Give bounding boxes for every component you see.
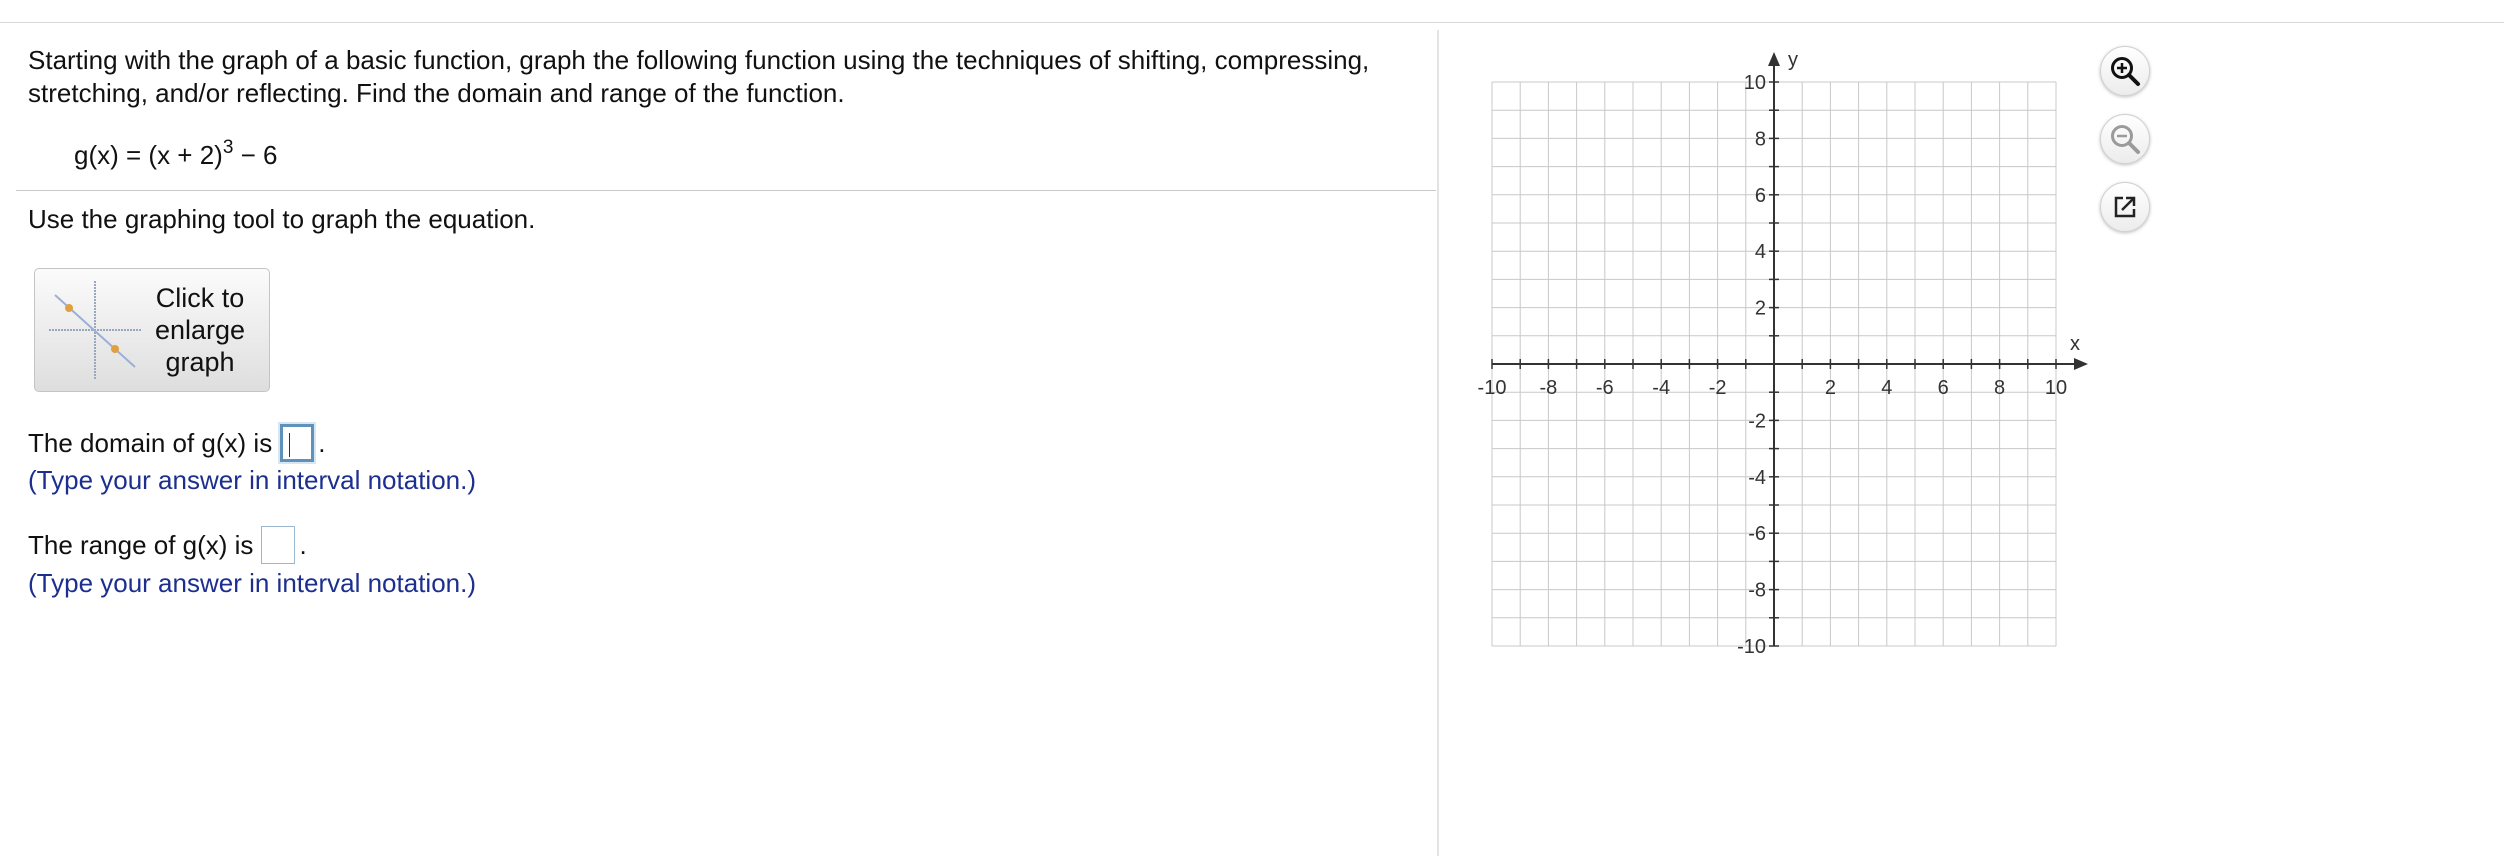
y-tick-label: 10: [1744, 72, 1766, 94]
y-tick-label: 2: [1755, 298, 1766, 320]
range-label: The range of g(x) is: [28, 530, 254, 560]
column-divider: [1437, 30, 1439, 856]
x-tick-label: 4: [1881, 377, 1892, 399]
y-axis-label: y: [1788, 49, 1798, 71]
zoom-in-button[interactable]: [2100, 46, 2150, 96]
domain-input[interactable]: [280, 424, 315, 462]
popout-button[interactable]: [2100, 182, 2150, 232]
domain-label: The domain of g(x) is: [28, 428, 273, 458]
y-tick-label: -8: [1748, 580, 1766, 602]
y-axis-arrow: [1768, 52, 1780, 66]
x-tick-label: -10: [1478, 377, 1507, 399]
domain-hint: (Type your answer in interval notation.): [28, 465, 476, 495]
x-axis-arrow: [2074, 358, 2088, 370]
graph-thumbnail-icon: [49, 281, 141, 379]
y-tick-label: -4: [1748, 467, 1766, 489]
x-tick-label: 2: [1825, 377, 1836, 399]
equation-tail: − 6: [233, 140, 278, 170]
x-tick-label: 10: [2045, 377, 2067, 399]
enlarge-graph-button[interactable]: Click to enlarge graph: [34, 268, 270, 392]
x-tick-label: 6: [1938, 377, 1949, 399]
zoom-out-button[interactable]: [2100, 114, 2150, 164]
y-tick-label: 6: [1755, 185, 1766, 207]
function-equation: g(x) = (x + 2)3 − 6: [74, 138, 278, 172]
x-tick-label: -4: [1652, 377, 1670, 399]
enlarge-graph-label: Click to enlarge graph: [154, 283, 246, 377]
x-tick-label: -2: [1709, 377, 1727, 399]
top-divider: [0, 22, 2504, 23]
y-tick-label: 4: [1755, 241, 1766, 263]
coordinate-grid[interactable]: -10 -8 -6 -4 -2 2 4 6 8 10 10 8 6 4 2 -2 -4 -6 -8 -10 x y: [1470, 40, 2110, 680]
question-divider: [16, 190, 1436, 191]
x-tick-label: 8: [1994, 377, 2005, 399]
domain-period: .: [318, 428, 326, 458]
range-input[interactable]: [261, 526, 296, 564]
y-tick-label: 8: [1755, 128, 1766, 150]
instruction-text: Use the graphing tool to graph the equat…: [28, 204, 536, 234]
equation-exponent: 3: [222, 137, 234, 158]
equation-main: g(x) = (x + 2): [74, 140, 223, 170]
x-tick-label: -6: [1596, 377, 1614, 399]
range-answer-row: The range of g(x) is .: [28, 526, 307, 564]
y-tick-label: -6: [1748, 523, 1766, 545]
x-tick-label: -8: [1540, 377, 1558, 399]
zoom-out-icon: [2111, 125, 2140, 154]
y-tick-label: -2: [1748, 410, 1766, 432]
graphing-tool[interactable]: -10 -8 -6 -4 -2 2 4 6 8 10 10 8 6 4 2 -2 -4 -6 -8 -10 x y: [1470, 40, 2110, 680]
zoom-in-icon: [2111, 57, 2140, 86]
popout-icon: [2114, 196, 2136, 218]
y-tick-label: -10: [1737, 636, 1766, 658]
x-axis-label: x: [2070, 333, 2080, 355]
question-text: Starting with the graph of a basic funct…: [28, 45, 1370, 108]
domain-answer-row: The domain of g(x) is .: [28, 424, 325, 462]
range-period: .: [299, 530, 307, 560]
range-hint: (Type your answer in interval notation.): [28, 568, 476, 598]
